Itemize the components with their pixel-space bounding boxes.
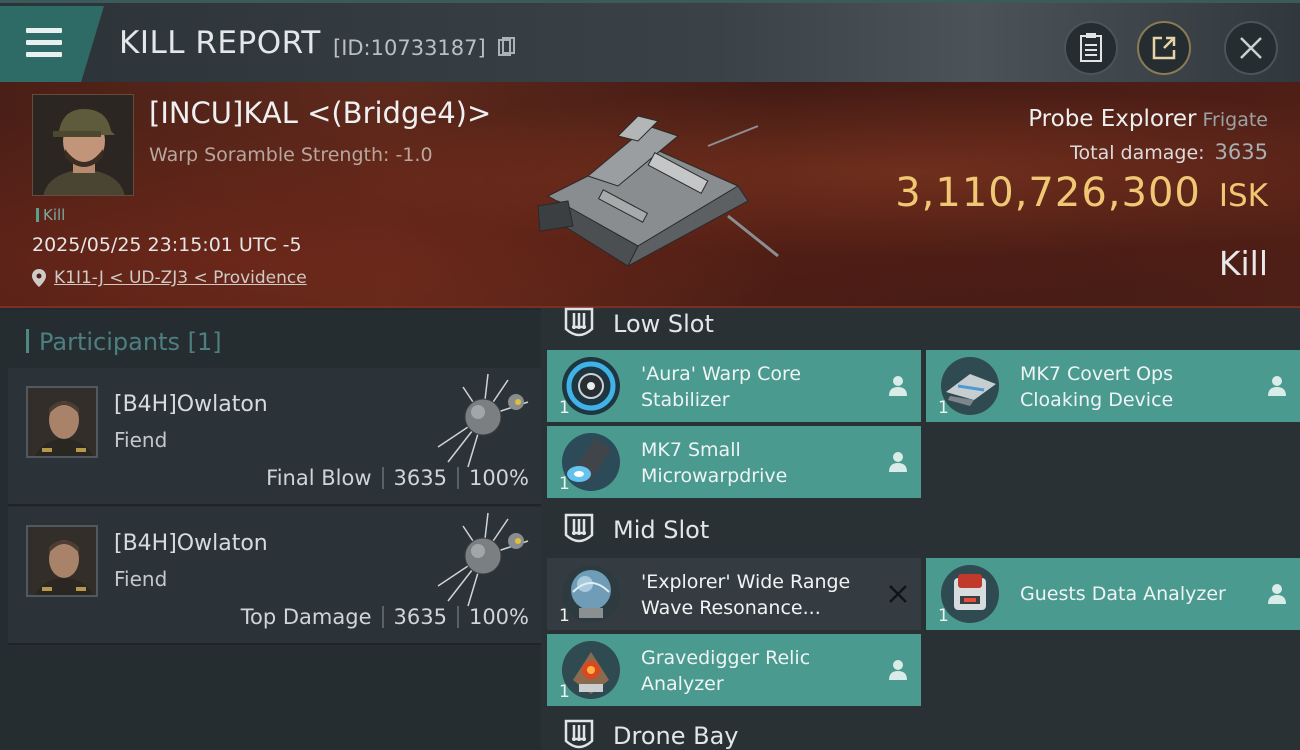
pilot-icon: [889, 376, 907, 396]
participant-stats: Top Damage 3635 100%: [241, 605, 529, 629]
hamburger-menu-icon: [26, 28, 62, 60]
menu-button[interactable]: [0, 6, 104, 82]
close-icon: [1240, 37, 1262, 59]
wave-resonance-icon: [562, 565, 620, 623]
warp-core-stabilizer-icon: [562, 357, 620, 415]
report-id: [ID:10733187]: [333, 36, 486, 60]
drone-bay-icon: [564, 719, 594, 749]
share-button[interactable]: [1137, 21, 1191, 75]
result-label: Kill: [1218, 244, 1268, 283]
module-name: 'Aura' Warp Core Stabilizer: [641, 363, 802, 411]
low-slot-label: Low Slot: [613, 310, 714, 338]
isk-value: 3,110,726,300 ISK: [895, 170, 1268, 216]
module-name: Gravedigger Relic Analyzer: [641, 647, 811, 695]
participant-role: Top Damage: [240, 605, 372, 629]
top-bar: KILL REPORT [ID:10733187]: [0, 0, 1300, 82]
module-quantity: 1: [559, 682, 570, 702]
fitting-panel: Low Slot 1 'Aura' Warp Core Stabilizer 1…: [541, 307, 1300, 750]
total-damage-label: Total damage:: [1070, 142, 1205, 164]
kill-location[interactable]: K1I1-J < UD-ZJ3 < Providence: [32, 268, 307, 288]
victim-ship-name: Probe Explorer: [1028, 106, 1197, 132]
relic-analyzer-icon: [562, 641, 620, 699]
module-wave-resonance[interactable]: 1 'Explorer' Wide Range Wave Resonance..…: [547, 558, 921, 630]
copy-icon[interactable]: [498, 37, 516, 57]
low-slot-header: Low Slot: [563, 304, 714, 344]
module-name: MK7 Covert Ops Cloaking Device: [1020, 363, 1174, 411]
participant-damage: 3635: [393, 466, 447, 490]
close-button[interactable]: [1224, 21, 1278, 75]
mid-slot-header: Mid Slot: [563, 510, 709, 550]
share-icon: [1152, 36, 1176, 60]
warp-scramble-strength: Warp Soramble Strength: -1.0: [149, 144, 433, 166]
participant-name[interactable]: [B4H]Owlaton: [114, 392, 268, 417]
participant-damage: 3635: [393, 605, 447, 629]
pilot-icon: [1268, 376, 1286, 396]
participant-ship: Fiend: [114, 567, 168, 591]
destroyed-x-icon: [889, 585, 907, 603]
module-name: Guests Data Analyzer: [1020, 583, 1226, 605]
pilot-icon: [889, 660, 907, 680]
module-quantity: 1: [559, 398, 570, 418]
kill-datetime: 2025/05/25 23:15:01 UTC -5: [32, 234, 302, 256]
participant-percent: 100%: [468, 605, 529, 629]
isk-amount: 3,110,726,300: [895, 170, 1201, 216]
pilot-icon: [889, 452, 907, 472]
module-quantity: 1: [559, 606, 570, 626]
total-damage: Total damage: 3635: [1070, 140, 1268, 164]
module-quantity: 1: [938, 398, 949, 418]
participant-name[interactable]: [B4H]Owlaton: [114, 531, 268, 556]
low-slot-icon: [564, 307, 594, 337]
victim-name[interactable]: [INCU]KAL <(Bridge4)>: [149, 96, 491, 130]
module-quantity: 1: [559, 474, 570, 494]
mid-slot-icon: [564, 513, 594, 543]
participant-avatar[interactable]: [26, 525, 98, 597]
isk-unit: ISK: [1218, 178, 1268, 214]
module-relic-analyzer[interactable]: 1 Gravedigger Relic Analyzer: [547, 634, 921, 706]
cloaking-device-icon: [941, 357, 999, 415]
victim-ship-image[interactable]: [528, 106, 788, 276]
victim-ship-class: Frigate: [1202, 109, 1268, 131]
participant-role: Final Blow: [266, 466, 372, 490]
victim-avatar[interactable]: [32, 94, 134, 196]
location-pin-icon: [32, 269, 46, 287]
mid-slot-label: Mid Slot: [613, 516, 710, 544]
clipboard-icon: [1080, 33, 1102, 62]
location-link[interactable]: K1I1-J < UD-ZJ3 < Providence: [54, 268, 307, 288]
participants-title: Participants [1]: [26, 328, 222, 356]
participant-stats: Final Blow 3635 100%: [266, 466, 529, 490]
module-cloaking-device[interactable]: 1 MK7 Covert Ops Cloaking Device: [926, 350, 1300, 422]
module-name: MK7 Small Microwarpdrive: [641, 439, 788, 487]
participant-ship-image[interactable]: [428, 372, 538, 472]
participants-panel: Participants [1] [B4H]Owlaton Fiend Fina…: [0, 310, 541, 750]
pilot-icon: [1268, 584, 1286, 604]
participant-row[interactable]: [B4H]Owlaton Fiend Final Blow 3635 100%: [8, 368, 541, 506]
data-analyzer-icon: [941, 565, 999, 623]
victim-ship[interactable]: Probe Explorer Frigate: [1028, 106, 1268, 132]
participant-ship-image[interactable]: [428, 511, 538, 611]
page-title: KILL REPORT: [119, 25, 321, 61]
module-name: 'Explorer' Wide Range Wave Resonance...: [641, 571, 851, 619]
module-data-analyzer[interactable]: 1 Guests Data Analyzer: [926, 558, 1300, 630]
kill-tag: Kill: [36, 206, 65, 224]
drone-bay-header: Drone Bay: [563, 716, 738, 750]
module-warp-core-stabilizer[interactable]: 1 'Aura' Warp Core Stabilizer: [547, 350, 921, 422]
victim-banner: [INCU]KAL <(Bridge4)> Warp Soramble Stre…: [0, 82, 1300, 308]
participant-ship: Fiend: [114, 428, 168, 452]
module-quantity: 1: [938, 606, 949, 626]
drone-bay-label: Drone Bay: [613, 722, 739, 750]
participant-percent: 100%: [468, 466, 529, 490]
total-damage-value: 3635: [1214, 140, 1268, 164]
microwarpdrive-icon: [562, 433, 620, 491]
clipboard-button[interactable]: [1064, 21, 1118, 75]
module-microwarpdrive[interactable]: 1 MK7 Small Microwarpdrive: [547, 426, 921, 498]
participant-row[interactable]: [B4H]Owlaton Fiend Top Damage 3635 100%: [8, 507, 541, 645]
participant-avatar[interactable]: [26, 386, 98, 458]
